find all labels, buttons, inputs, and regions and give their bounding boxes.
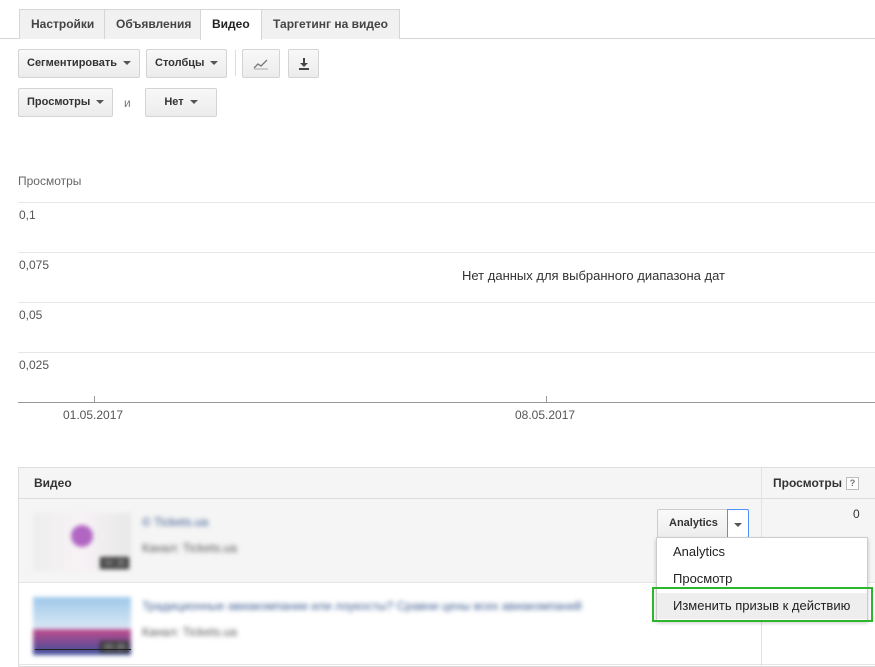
video-thumbnail[interactable]: 00:35 [33, 513, 131, 571]
chevron-down-icon [96, 100, 105, 105]
video-duration: 00:30 [100, 641, 129, 653]
gridline [18, 302, 875, 303]
x-tick-label: 08.05.2017 [515, 408, 576, 422]
metric-select-secondary[interactable]: Нет [145, 88, 217, 117]
chevron-down-icon [123, 61, 132, 66]
chevron-down-icon [189, 100, 198, 105]
chart-y-label: Просмотры [18, 174, 82, 188]
columns-button-label: Столбцы [155, 57, 205, 69]
x-axis-line [18, 402, 875, 403]
tab-video[interactable]: Видео [200, 9, 262, 40]
toolbar-divider [235, 50, 236, 76]
thumbnail-underline [35, 649, 131, 650]
download-icon [298, 58, 309, 70]
table-header: Видео Просмотры? [19, 468, 875, 499]
segment-button-label: Сегментировать [27, 57, 118, 69]
chevron-down-icon [210, 61, 219, 66]
y-tick-label: 0,075 [19, 258, 50, 272]
metric-primary-label: Просмотры [27, 96, 91, 108]
columns-button[interactable]: Столбцы [146, 49, 228, 78]
analytics-button[interactable]: Analytics [657, 509, 730, 538]
analytics-dropdown-toggle[interactable] [727, 509, 749, 538]
thumbnail-logo [71, 525, 93, 547]
video-title[interactable]: Традиционные авиакомпании или лоукосты? … [142, 599, 582, 613]
gridline [18, 352, 875, 353]
video-channel: Канал: Tickets.ua [142, 625, 237, 639]
video-channel: Канал: Tickets.ua [142, 541, 237, 555]
chevron-down-icon [734, 522, 742, 527]
tab-settings[interactable]: Настройки [19, 9, 107, 39]
y-tick-label: 0,05 [19, 308, 43, 322]
x-tick-label: 01.05.2017 [63, 408, 124, 422]
line-chart-icon [253, 59, 268, 70]
video-title[interactable]: © Tickets.ua [142, 515, 208, 529]
segment-button[interactable]: Сегментировать [18, 49, 141, 78]
x-tick-mark [546, 396, 547, 403]
no-data-message: Нет данных для выбранного диапазона дат [462, 268, 725, 283]
tab-ads[interactable]: Объявления [104, 9, 204, 39]
and-label: и [124, 96, 131, 110]
gridline [18, 252, 875, 253]
y-tick-label: 0,025 [19, 358, 50, 372]
highlight-annotation [652, 587, 873, 622]
tab-video-targeting[interactable]: Таргетинг на видео [261, 9, 401, 39]
tab-bar: Настройки Объявления Видео Таргетинг на … [0, 0, 875, 40]
gridline [18, 202, 875, 203]
help-icon[interactable]: ? [846, 477, 860, 491]
video-thumbnail[interactable]: 00:30 [33, 597, 131, 655]
chart-toggle-button[interactable] [242, 49, 280, 78]
column-header-video[interactable]: Видео [34, 476, 72, 490]
x-tick-mark [94, 396, 95, 403]
y-tick-label: 0,1 [19, 208, 36, 222]
video-duration: 00:35 [100, 557, 129, 569]
download-button[interactable] [288, 49, 319, 78]
column-header-views-label: Просмотры [773, 476, 843, 490]
menu-item-analytics[interactable]: Analytics [657, 539, 867, 565]
column-header-views[interactable]: Просмотры? [773, 476, 860, 491]
metric-secondary-label: Нет [164, 96, 184, 108]
metric-select-primary[interactable]: Просмотры [18, 88, 114, 117]
views-count: 0 [853, 507, 860, 521]
